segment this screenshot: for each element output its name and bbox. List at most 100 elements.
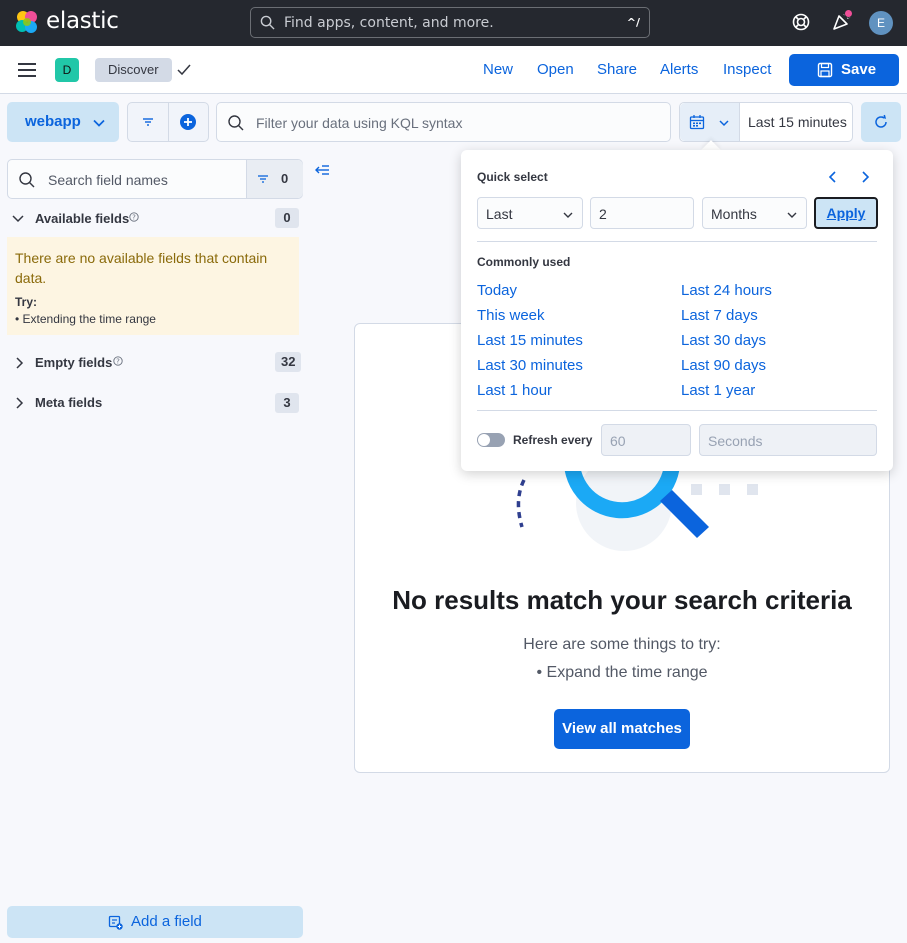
quantity-input[interactable]: 2 [590,197,694,229]
info-icon[interactable]: ? [113,356,123,366]
commonly-used-last-30-minutes[interactable]: Last 30 minutes [477,357,583,374]
add-field-label: Add a field [131,913,202,930]
empty-state-suggestion: • Expand the time range [536,664,708,681]
commonly-used-last-90-days[interactable]: Last 90 days [681,357,766,374]
refresh-toggle[interactable] [477,433,505,447]
space-avatar[interactable]: D [55,58,79,82]
save-button[interactable]: Save [789,54,899,86]
popover-divider [477,241,877,242]
notification-dot [844,9,853,18]
new-link[interactable]: New [483,61,513,78]
commonly-used-last-1-hour[interactable]: Last 1 hour [477,382,552,399]
search-shortcut: ^/ [626,16,640,29]
calendar-icon [689,115,705,130]
empty-state-subtitle: Here are some things to try: [523,636,721,653]
button-divider [168,103,169,141]
svg-text:?: ? [132,214,136,222]
unit-select[interactable]: Months [702,197,807,229]
meta-fields-count: 3 [275,393,299,413]
commonly-used-last-1-year[interactable]: Last 1 year [681,382,755,399]
open-link[interactable]: Open [537,61,574,78]
quick-select-popover: Quick select Last 2 Months Apply Commonl… [461,150,893,471]
user-avatar[interactable]: E [869,11,893,35]
collapse-sidebar-icon[interactable] [314,164,330,178]
quick-menu-button[interactable] [680,103,740,141]
search-icon [19,172,35,188]
callout-suggestion-text: Extending the time range [22,312,156,326]
popover-divider [477,410,877,411]
commonly-used-last-24-hours[interactable]: Last 24 hours [681,282,772,299]
add-field-button[interactable]: Add a field [7,906,303,938]
empty-state-title: No results match your search criteria [392,585,852,615]
global-search-placeholder: Find apps, content, and more. [284,15,494,31]
add-field-icon [108,915,123,930]
save-button-label: Save [841,61,877,78]
chevron-down-icon [787,212,797,218]
check-icon [177,64,191,76]
search-icon [228,115,244,131]
alerts-link[interactable]: Alerts [660,61,698,78]
empty-fields-count: 32 [275,352,302,372]
kql-placeholder: Filter your data using KQL syntax [256,115,463,131]
global-search-input[interactable]: Find apps, content, and more. ^/ [250,7,650,38]
view-all-matches-button[interactable]: View all matches [554,709,690,749]
data-view-picker[interactable]: webapp [7,102,119,142]
time-picker[interactable]: Last 15 minutes [679,102,853,142]
toggle-knob [478,434,490,446]
commonly-used-last-15-minutes[interactable]: Last 15 minutes [477,332,583,349]
commonly-used-today[interactable]: Today [477,282,517,299]
chevron-down-icon[interactable] [11,212,25,226]
menu-icon[interactable] [18,62,36,78]
filter-icon[interactable] [141,115,155,129]
chevron-right-icon[interactable] [857,169,873,185]
elastic-logo-icon[interactable] [14,9,40,35]
commonly-used-last-7-days[interactable]: Last 7 days [681,307,758,324]
share-link[interactable]: Share [597,61,637,78]
meta-fields-label[interactable]: Meta fields [35,395,102,410]
svg-text:?: ? [116,358,120,366]
apply-button[interactable]: Apply [814,197,878,229]
help-icon[interactable] [791,12,811,32]
filter-icon [258,175,268,183]
refresh-unit-value: Seconds [708,433,763,449]
tense-select-value: Last [486,206,513,222]
empty-fields-label[interactable]: Empty fields [35,355,112,370]
chevron-down-icon [719,120,729,127]
filter-count: 0 [281,171,289,186]
refresh-every-label: Refresh every [513,433,593,447]
chevron-down-icon [93,119,105,127]
chevron-left-icon[interactable] [825,169,841,185]
info-icon[interactable]: ? [129,212,139,222]
chevron-right-icon[interactable] [12,396,26,410]
refresh-button[interactable] [861,102,901,142]
time-range-label: Last 15 minutes [748,114,847,130]
tense-select[interactable]: Last [477,197,583,229]
quantity-value: 2 [599,206,607,222]
data-view-label: webapp [25,113,81,130]
field-search-input[interactable]: Search field names 0 [7,159,303,199]
refresh-interval-value: 60 [610,433,626,449]
inspect-link[interactable]: Inspect [723,61,771,78]
commonly-used-last-30-days[interactable]: Last 30 days [681,332,766,349]
filter-button-group [127,102,209,142]
refresh-unit-select[interactable]: Seconds [699,424,877,456]
unit-select-value: Months [711,206,757,222]
chevron-right-icon[interactable] [12,356,26,370]
field-type-filter-button[interactable]: 0 [246,160,303,198]
brand-name: elastic [46,8,119,34]
refresh-interval-input[interactable]: 60 [601,424,691,456]
breadcrumb[interactable]: Discover [95,58,172,82]
commonly-used-label: Commonly used [477,255,571,269]
save-icon [817,62,833,78]
add-filter-icon[interactable] [179,113,197,131]
chevron-down-icon [563,212,573,218]
available-fields-label[interactable]: Available fields [35,211,129,226]
kql-query-input[interactable]: Filter your data using KQL syntax [216,102,671,142]
commonly-used-this-week[interactable]: This week [477,307,545,324]
refresh-icon [875,114,887,128]
callout-title: There are no available fields that conta… [15,250,268,286]
callout-suggestion: • Extending the time range [15,312,156,326]
quick-select-label: Quick select [477,170,548,184]
available-fields-count: 0 [275,208,299,228]
field-search-placeholder: Search field names [48,172,168,188]
